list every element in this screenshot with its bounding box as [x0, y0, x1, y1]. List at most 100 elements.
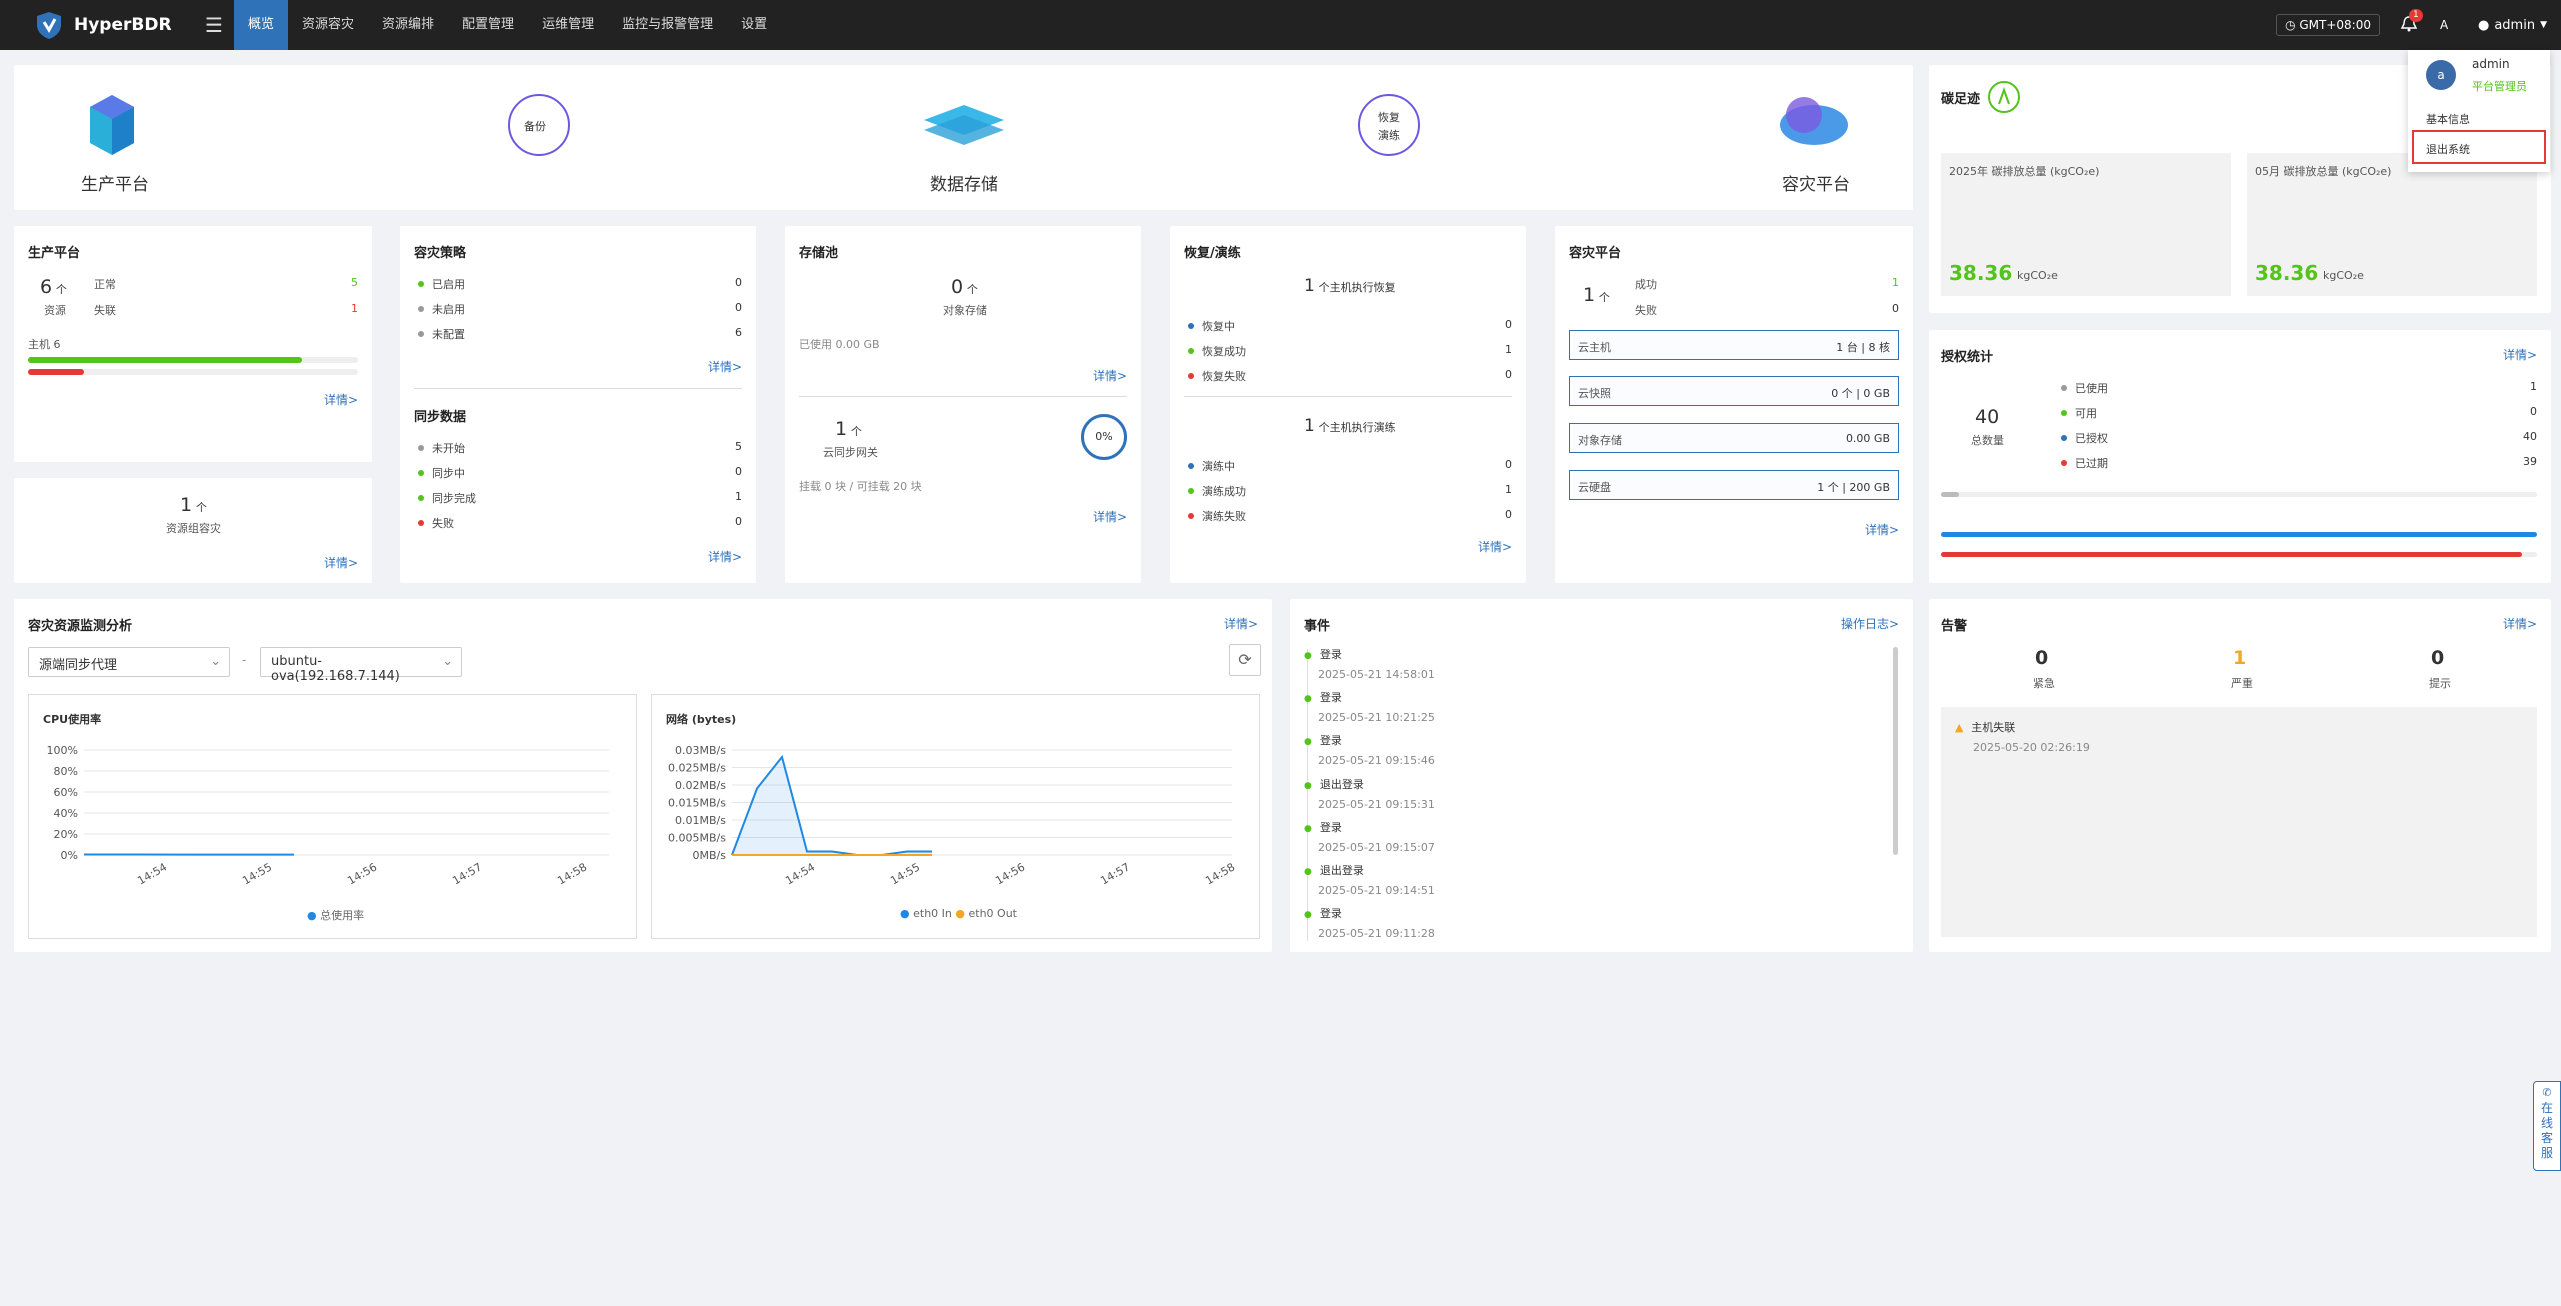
storage-detail-link-2[interactable]: 详情> [1093, 508, 1127, 525]
sync-detail-link[interactable]: 详情> [708, 548, 742, 565]
brand-logo[interactable]: HyperBDR [34, 10, 184, 40]
cpu-legend-label: 总使用率 [320, 909, 365, 922]
drplat-row-vm[interactable]: 云主机 1 台 | 8 核 [1569, 330, 1899, 360]
license-total-label: 总数量 [1971, 434, 2004, 447]
license-bar-used [1941, 492, 1959, 497]
events-card: 事件 操作日志> ● 登录 2025-05-21 14:58:01 ● 登录 2025-0… [1290, 599, 1913, 952]
recover-item-value: 1 [1505, 343, 1512, 356]
sync-item-value: 0 [735, 465, 742, 478]
y-tick-label: 0MB/s [693, 849, 727, 862]
recover-item-success: 恢复成功 [1188, 343, 1246, 359]
drplat-row-value: 0 个 | 0 GB [1831, 387, 1890, 400]
policy-item-value: 0 [735, 301, 742, 314]
drplat-row-objstore[interactable]: 对象存储 0.00 GB [1569, 423, 1899, 453]
language-icon[interactable]: A [2440, 18, 2462, 32]
series-area [732, 757, 932, 855]
agent-type-select[interactable]: 源端同步代理 ⌄ [28, 647, 230, 677]
recover-dot [1188, 323, 1194, 329]
x-tick-label: 14:57 [450, 860, 484, 887]
host-select[interactable]: ubuntu-ova(192.168.7.144) ⌄ [260, 647, 462, 684]
license-title: 授权统计 [1941, 350, 1994, 365]
event-item[interactable]: ● 退出登录 2025-05-21 09:15:31 [1304, 776, 1435, 811]
user-menu-trigger[interactable]: ● admin ▼ [2478, 18, 2547, 33]
top-navbar: HyperBDR ☰ 概览 资源容灾 资源编排 配置管理 运维管理 监控与报警管… [0, 0, 2561, 50]
warning-icon: ▲ [1955, 721, 1964, 734]
monitor-detail-link[interactable]: 详情> [1224, 615, 1258, 632]
event-item[interactable]: ● 登录 2025-05-21 09:15:46 [1304, 732, 1435, 767]
events-log-link[interactable]: 操作日志> [1841, 615, 1899, 632]
nav-ops[interactable]: 运维管理 [528, 0, 608, 50]
recover-title: 恢复/演练 [1184, 246, 1241, 261]
group-detail-link[interactable]: 详情> [324, 554, 358, 571]
recover-item-running: 恢复中 [1188, 318, 1235, 334]
alarms-detail-link[interactable]: 详情> [2503, 615, 2537, 632]
drplat-row-disk[interactable]: 云硬盘 1 个 | 200 GB [1569, 470, 1899, 500]
recover-item-value: 0 [1505, 368, 1512, 381]
event-name: 退出登录 [1319, 778, 1364, 791]
storage-mount: 挂载 0 块 / 可挂载 20 块 [799, 480, 922, 493]
nav-resource-dr[interactable]: 资源容灾 [288, 0, 368, 50]
monitor-title: 容灾资源监测分析 [28, 619, 133, 634]
clock-icon: ◷ [2285, 18, 2300, 32]
menu-logout[interactable]: 退出系统 [2412, 130, 2546, 164]
drplat-row-label: 云快照 [1578, 387, 1611, 400]
alarm-hint-label: 提示 [2429, 677, 2451, 690]
nav-orchestration[interactable]: 资源编排 [368, 0, 448, 50]
events-scrollbar[interactable] [1893, 647, 1898, 855]
drplat-card: 容灾平台 1 个 成功 1 失败 0 云主机 1 台 | 8 核 云快照 0 个 |… [1555, 226, 1913, 583]
alert-bell[interactable]: 1 [2400, 9, 2423, 35]
sync-item-label: 同步中 [432, 467, 465, 480]
policy-detail-link[interactable]: 详情> [708, 358, 742, 375]
sync-item-done: 同步完成 [418, 490, 476, 506]
license-item-available: 可用 [2061, 405, 2097, 421]
flow-storage-label: 数据存储 [930, 175, 998, 195]
license-item-used: 已使用 [2061, 380, 2108, 396]
event-item[interactable]: ● 登录 2025-05-21 09:11:28 [1304, 905, 1435, 940]
x-tick-label: 14:55 [888, 860, 922, 887]
menu-toggle-icon[interactable]: ☰ [194, 13, 234, 37]
license-bar-expired [1941, 552, 2523, 557]
avatar: a [2426, 60, 2456, 90]
drill-dot [1188, 463, 1194, 469]
event-name: 登录 [1319, 691, 1342, 704]
policy-item-label: 已启用 [432, 278, 465, 291]
online-service-button[interactable]: ✆ 在线客服 [2533, 1081, 2561, 1171]
group-label: 资源组容灾 [166, 522, 221, 535]
nav-config[interactable]: 配置管理 [448, 0, 528, 50]
timezone-selector[interactable]: ◷ GMT+08:00 [2276, 14, 2380, 36]
drplat-fail-label: 失败 [1635, 304, 1657, 317]
event-time: 2025-05-21 09:15:46 [1318, 754, 1435, 767]
refresh-button[interactable]: ⟳ [1229, 644, 1261, 676]
chevron-down-icon: ⌄ [210, 654, 221, 669]
drplat-row-snapshot[interactable]: 云快照 0 个 | 0 GB [1569, 376, 1899, 406]
nav-monitor[interactable]: 监控与报警管理 [608, 0, 727, 50]
alarm-item[interactable]: ▲ 主机失联 2025-05-20 02:26:19 [1955, 719, 2090, 754]
x-tick-label: 14:54 [135, 860, 169, 887]
nav-settings[interactable]: 设置 [727, 0, 781, 50]
y-tick-label: 80% [54, 765, 78, 778]
host-value: ubuntu-ova(192.168.7.144) [271, 654, 400, 684]
policy-item-disabled: 未启用 [418, 301, 465, 317]
menu-basic-info[interactable]: 基本信息 [2426, 111, 2470, 127]
storage-detail-link-1[interactable]: 详情> [1093, 367, 1127, 384]
user-dropdown-menu: a admin 平台管理员 基本信息 退出系统 [2408, 50, 2550, 172]
menu-user-name: admin [2472, 57, 2510, 71]
license-dot [2061, 385, 2067, 391]
y-tick-label: 60% [54, 786, 78, 799]
recover-detail-link[interactable]: 详情> [1478, 538, 1512, 555]
drplat-detail-link[interactable]: 详情> [1865, 521, 1899, 538]
event-item[interactable]: ● 登录 2025-05-21 10:21:25 [1304, 689, 1435, 724]
nav-overview[interactable]: 概览 [234, 0, 289, 50]
event-item[interactable]: ● 登录 2025-05-21 14:58:01 [1304, 646, 1435, 681]
sync-item-label: 失败 [432, 517, 454, 530]
shield-logo-icon [37, 12, 61, 39]
prod-detail-link[interactable]: 详情> [324, 391, 358, 408]
event-item[interactable]: ● 退出登录 2025-05-21 09:14:51 [1304, 862, 1435, 897]
drill-item-failed: 演练失败 [1188, 508, 1246, 524]
recover-item-label: 恢复失败 [1202, 370, 1246, 383]
license-detail-link[interactable]: 详情> [2503, 346, 2537, 363]
recover-dot [1188, 373, 1194, 379]
drplat-count-value: 1 [1583, 284, 1596, 306]
sync-item-label: 同步完成 [432, 492, 476, 505]
event-item[interactable]: ● 登录 2025-05-21 09:15:07 [1304, 819, 1435, 854]
